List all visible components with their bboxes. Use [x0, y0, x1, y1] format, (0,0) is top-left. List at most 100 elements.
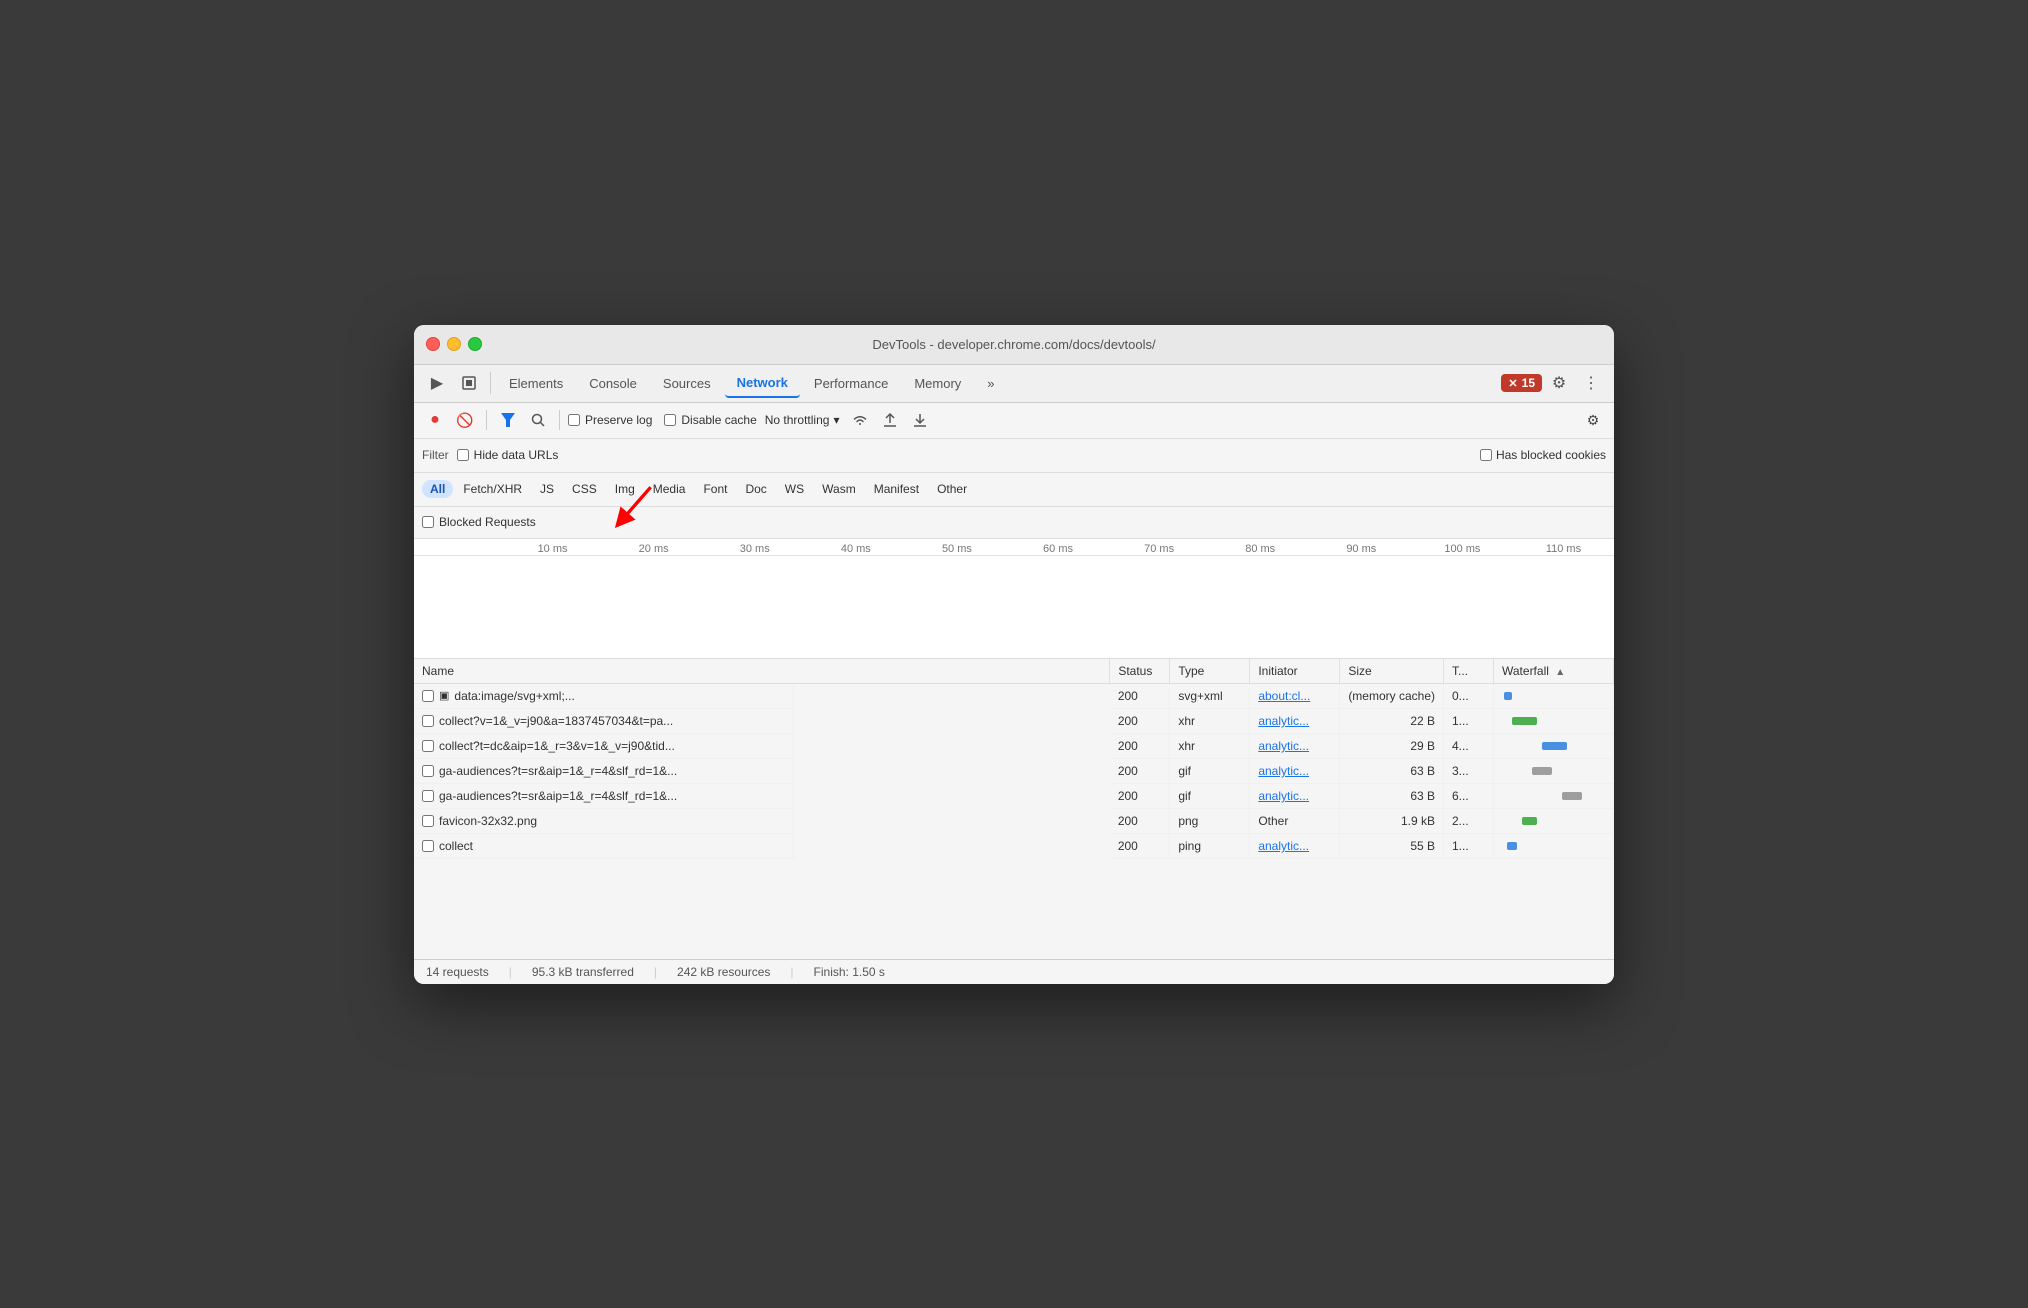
table-row[interactable]: ▣data:image/svg+xml;...200svg+xmlabout:c…: [414, 683, 1614, 709]
tab-network[interactable]: Network: [725, 369, 800, 398]
status-transferred: 95.3 kB transferred: [532, 965, 634, 979]
row-checkbox[interactable]: [422, 840, 434, 852]
th-time[interactable]: T...: [1444, 659, 1494, 684]
has-blocked-cookies-checkbox[interactable]: [1480, 449, 1492, 461]
search-icon[interactable]: [525, 407, 551, 433]
table-row[interactable]: collect?v=1&_v=j90&a=1837457034&t=pa...2…: [414, 709, 1614, 734]
record-button[interactable]: ●: [422, 407, 448, 433]
cell-type: xhr: [1170, 709, 1250, 734]
type-btn-img[interactable]: Img: [607, 480, 643, 498]
initiator-link[interactable]: about:cl...: [1258, 689, 1310, 703]
th-time-label: T...: [1452, 664, 1468, 678]
row-checkbox[interactable]: [422, 790, 434, 802]
type-btn-manifest[interactable]: Manifest: [866, 480, 927, 498]
tab-elements[interactable]: Elements: [497, 370, 575, 397]
th-initiator[interactable]: Initiator: [1250, 659, 1340, 684]
preserve-log-checkbox[interactable]: [568, 414, 580, 426]
clear-button[interactable]: 🚫: [452, 407, 478, 433]
type-btn-js[interactable]: JS: [532, 480, 562, 498]
minimize-button[interactable]: [447, 337, 461, 351]
cell-name: ▣data:image/svg+xml;...: [414, 684, 794, 709]
cell-name: collect?v=1&_v=j90&a=1837457034&t=pa...: [414, 709, 794, 734]
initiator-link[interactable]: analytic...: [1258, 714, 1309, 728]
arrow-container: All Fetch/XHR JS CSS Img Media Font Doc …: [414, 473, 1614, 507]
disable-cache-label[interactable]: Disable cache: [664, 413, 756, 427]
devtools-content: ● 🚫 Preserve log: [414, 403, 1614, 984]
wifi-icon[interactable]: [847, 407, 873, 433]
settings-icon[interactable]: ⚙: [1544, 368, 1574, 398]
network-table-wrapper[interactable]: Name Status Type Initiator Size: [414, 659, 1614, 959]
row-type-icon: ▣: [439, 689, 449, 702]
maximize-button[interactable]: [468, 337, 482, 351]
type-btn-css[interactable]: CSS: [564, 480, 605, 498]
cell-waterfall: [1494, 683, 1614, 709]
cell-time: 4...: [1444, 734, 1494, 759]
tab-more[interactable]: »: [975, 370, 1006, 397]
blocked-label[interactable]: Blocked Requests: [422, 515, 536, 529]
row-checkbox[interactable]: [422, 740, 434, 752]
tab-performance[interactable]: Performance: [802, 370, 900, 397]
hide-data-urls-text: Hide data URLs: [474, 448, 559, 462]
blocked-requests-checkbox[interactable]: [422, 516, 434, 528]
th-name[interactable]: Name: [414, 659, 1110, 684]
cell-name: favicon-32x32.png: [414, 809, 794, 834]
tab-memory[interactable]: Memory: [902, 370, 973, 397]
status-requests: 14 requests: [426, 965, 489, 979]
timeline-label-10: 110 ms: [1513, 543, 1614, 555]
download-icon[interactable]: [907, 407, 933, 433]
row-checkbox[interactable]: [422, 690, 434, 702]
type-btn-doc[interactable]: Doc: [737, 480, 774, 498]
timeline-label-7: 80 ms: [1210, 543, 1311, 555]
type-btn-fetch-xhr[interactable]: Fetch/XHR: [455, 480, 530, 498]
row-checkbox[interactable]: [422, 765, 434, 777]
initiator-link[interactable]: analytic...: [1258, 764, 1309, 778]
type-btn-ws[interactable]: WS: [777, 480, 812, 498]
cell-name: ga-audiences?t=sr&aip=1&_r=4&slf_rd=1&..…: [414, 784, 794, 809]
table-row[interactable]: collect200pinganalytic...55 B1...: [414, 834, 1614, 859]
row-checkbox[interactable]: [422, 815, 434, 827]
disable-cache-text: Disable cache: [681, 413, 756, 427]
initiator-link[interactable]: analytic...: [1258, 789, 1309, 803]
cell-status: 200: [1110, 734, 1170, 759]
table-row[interactable]: favicon-32x32.png200pngOther1.9 kB2...: [414, 809, 1614, 834]
network-settings-icon[interactable]: ⚙: [1580, 407, 1606, 433]
status-divider-1: |: [509, 965, 512, 979]
cell-size: 1.9 kB: [1340, 809, 1444, 834]
title-bar: DevTools - developer.chrome.com/docs/dev…: [414, 325, 1614, 365]
table-row[interactable]: ga-audiences?t=sr&aip=1&_r=4&slf_rd=1&..…: [414, 784, 1614, 809]
upload-icon[interactable]: [877, 407, 903, 433]
type-btn-font[interactable]: Font: [695, 480, 735, 498]
hide-data-urls-checkbox[interactable]: [457, 449, 469, 461]
th-size[interactable]: Size: [1340, 659, 1444, 684]
table-row[interactable]: ga-audiences?t=sr&aip=1&_r=4&slf_rd=1&..…: [414, 759, 1614, 784]
more-options-icon[interactable]: ⋮: [1576, 368, 1606, 398]
nav-divider: [490, 372, 491, 394]
blocked-bar: Blocked Requests: [414, 507, 1614, 539]
type-btn-other[interactable]: Other: [929, 480, 975, 498]
throttling-dropdown[interactable]: No throttling ▾: [761, 411, 844, 429]
has-blocked-cookies-label[interactable]: Has blocked cookies: [1480, 448, 1606, 462]
th-type[interactable]: Type: [1170, 659, 1250, 684]
hide-data-urls-label[interactable]: Hide data URLs: [457, 448, 559, 462]
preserve-log-label[interactable]: Preserve log: [568, 413, 652, 427]
type-btn-media[interactable]: Media: [645, 480, 694, 498]
inspect-icon[interactable]: [454, 368, 484, 398]
disable-cache-checkbox[interactable]: [664, 414, 676, 426]
cell-size: 63 B: [1340, 759, 1444, 784]
filter-icon[interactable]: [495, 407, 521, 433]
th-waterfall[interactable]: Waterfall ▲: [1494, 659, 1614, 684]
close-button[interactable]: [426, 337, 440, 351]
initiator-link[interactable]: analytic...: [1258, 839, 1309, 853]
th-status[interactable]: Status: [1110, 659, 1170, 684]
cell-status: 200: [1110, 759, 1170, 784]
type-btn-all[interactable]: All: [422, 480, 453, 498]
table-row[interactable]: collect?t=dc&aip=1&_r=3&v=1&_v=j90&tid..…: [414, 734, 1614, 759]
cursor-icon[interactable]: ▶: [422, 368, 452, 398]
status-resources: 242 kB resources: [677, 965, 770, 979]
initiator-link[interactable]: analytic...: [1258, 739, 1309, 753]
row-checkbox[interactable]: [422, 715, 434, 727]
cell-size: 55 B: [1340, 834, 1444, 859]
type-btn-wasm[interactable]: Wasm: [814, 480, 864, 498]
tab-console[interactable]: Console: [577, 370, 649, 397]
tab-sources[interactable]: Sources: [651, 370, 723, 397]
